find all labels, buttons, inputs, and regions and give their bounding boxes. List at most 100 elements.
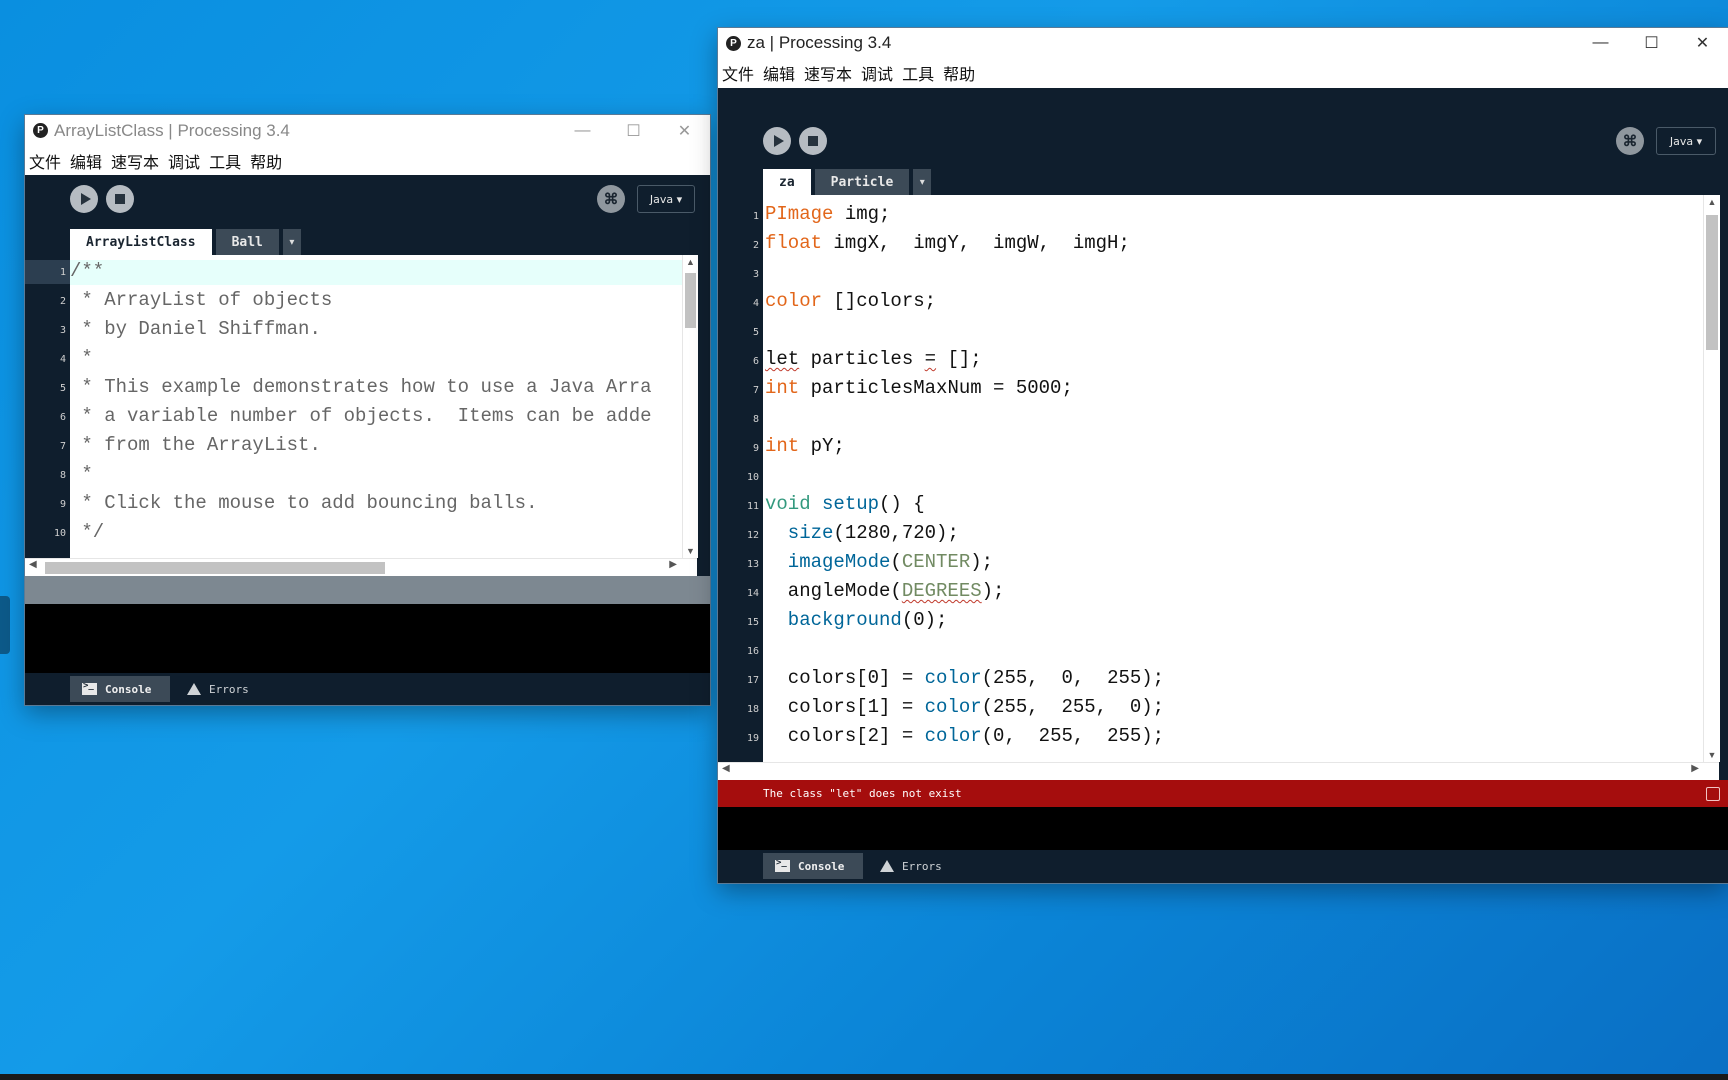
- tab-errors[interactable]: Errors: [868, 853, 964, 879]
- side-dock-handle[interactable]: [0, 596, 10, 654]
- code-line: colors[2] = color(0, 255, 255);: [765, 725, 1165, 747]
- tab-particle[interactable]: Particle: [814, 169, 910, 195]
- line-number: 1: [59, 267, 66, 278]
- line-number: 10: [746, 472, 759, 483]
- line-number: 7: [59, 441, 66, 452]
- stop-button[interactable]: [799, 127, 827, 155]
- console-footer: Console Errors: [718, 850, 1728, 883]
- code-line: float imgX, imgY, imgW, imgH;: [765, 232, 1130, 254]
- console-icon: [775, 858, 790, 872]
- stop-icon: [115, 194, 125, 204]
- code-line: int particlesMaxNum = 5000;: [765, 377, 1073, 399]
- run-button[interactable]: [763, 127, 791, 155]
- copy-error-icon[interactable]: [1706, 787, 1720, 801]
- scroll-left-arrow[interactable]: ◀: [722, 763, 730, 774]
- maximize-button[interactable]: ☐: [1626, 28, 1677, 58]
- tab-errors[interactable]: Errors: [175, 676, 271, 702]
- line-number: 13: [746, 559, 759, 570]
- code-line: PImage img;: [765, 203, 891, 225]
- scroll-up-arrow[interactable]: ▲: [683, 257, 698, 267]
- code-line: let particles = [];: [765, 348, 982, 370]
- scrollbar-thumb[interactable]: [45, 562, 385, 574]
- vertical-scrollbar[interactable]: ▲ ▼: [1703, 195, 1720, 762]
- line-number: 5: [59, 383, 66, 394]
- line-number: 2: [752, 240, 759, 251]
- code-line: colors[0] = color(255, 0, 255);: [765, 667, 1165, 689]
- console-area[interactable]: [25, 604, 710, 673]
- minimize-button[interactable]: —: [1575, 28, 1626, 58]
- line-number: 9: [59, 499, 66, 510]
- tab-console[interactable]: Console: [763, 853, 863, 879]
- window-arraylistclass: P ArrayListClass | Processing 3.4 — ☐ ✕ …: [25, 115, 710, 705]
- scroll-right-arrow[interactable]: ▶: [669, 559, 677, 570]
- play-icon: [773, 135, 784, 147]
- menu-file[interactable]: 文件: [25, 149, 66, 173]
- debug-button[interactable]: ⌘: [1616, 127, 1644, 155]
- line-number: 4: [59, 354, 66, 365]
- console-label: Console: [798, 859, 845, 873]
- line-number: 3: [752, 269, 759, 280]
- line-number-gutter: 1 2 3 4 5 6 7 8 9 10: [25, 255, 70, 558]
- menu-help[interactable]: 帮助: [246, 149, 287, 173]
- line-number: 19: [746, 733, 759, 744]
- code-line: */: [70, 521, 105, 543]
- horizontal-scrollbar[interactable]: ◀ ▶: [25, 558, 697, 577]
- title-bar[interactable]: P za | Processing 3.4 — ☐ ✕: [718, 28, 1728, 58]
- menu-sketch[interactable]: 速写本: [107, 149, 164, 173]
- menu-help[interactable]: 帮助: [939, 61, 980, 85]
- minimize-button[interactable]: —: [557, 115, 608, 146]
- menu-tools[interactable]: 工具: [205, 149, 246, 173]
- line-number-gutter: 1 2 3 4 5 6 7 8 9 10 11 12 13 14 15 16 1…: [718, 195, 763, 762]
- menu-edit[interactable]: 编辑: [759, 61, 800, 85]
- scroll-down-arrow[interactable]: ▼: [1704, 750, 1720, 760]
- line-number: 8: [59, 470, 66, 481]
- line-number: 11: [746, 501, 759, 512]
- mode-selector[interactable]: Java ▾: [637, 185, 695, 213]
- code-line: colors[1] = color(255, 255, 0);: [765, 696, 1165, 718]
- tab-menu-arrow[interactable]: ▾: [913, 169, 932, 195]
- menu-tools[interactable]: 工具: [898, 61, 939, 85]
- tab-arraylistclass[interactable]: ArrayListClass: [70, 229, 212, 255]
- close-button[interactable]: ✕: [1677, 28, 1728, 58]
- line-number: 2: [59, 296, 66, 307]
- title-bar[interactable]: P ArrayListClass | Processing 3.4 — ☐ ✕: [25, 115, 710, 146]
- menu-sketch[interactable]: 速写本: [800, 61, 857, 85]
- line-number: 5: [752, 327, 759, 338]
- scroll-left-arrow[interactable]: ◀: [29, 559, 37, 570]
- scrollbar-thumb[interactable]: [1706, 215, 1718, 350]
- code-editor[interactable]: /** * ArrayList of objects * by Daniel S…: [70, 255, 682, 558]
- window-title: za | Processing 3.4: [747, 33, 892, 52]
- close-button[interactable]: ✕: [659, 115, 710, 146]
- scroll-up-arrow[interactable]: ▲: [1704, 197, 1720, 207]
- line-number: 7: [752, 385, 759, 396]
- scroll-right-arrow[interactable]: ▶: [1691, 763, 1699, 774]
- line-number: 14: [746, 588, 759, 599]
- code-line: color []colors;: [765, 290, 937, 312]
- debug-button[interactable]: ⌘: [597, 185, 625, 213]
- tab-menu-arrow[interactable]: ▾: [282, 229, 301, 255]
- run-button[interactable]: [70, 185, 98, 213]
- vertical-scrollbar[interactable]: ▲ ▼: [682, 255, 698, 558]
- code-line: imageMode(CENTER);: [765, 551, 994, 573]
- scrollbar-thumb[interactable]: [685, 273, 696, 328]
- menu-debug[interactable]: 调试: [857, 61, 898, 85]
- stop-button[interactable]: [106, 185, 134, 213]
- tab-console[interactable]: Console: [70, 676, 170, 702]
- window-za: P za | Processing 3.4 — ☐ ✕ 文件 编辑 速写本 调试…: [718, 28, 1728, 883]
- current-line-highlight: [70, 260, 682, 285]
- stop-icon: [808, 136, 818, 146]
- tab-za[interactable]: za: [763, 169, 811, 195]
- mode-selector[interactable]: Java ▾: [1656, 127, 1716, 155]
- tab-ball[interactable]: Ball: [215, 229, 279, 255]
- maximize-button[interactable]: ☐: [608, 115, 659, 146]
- scroll-down-arrow[interactable]: ▼: [683, 546, 698, 556]
- menu-edit[interactable]: 编辑: [66, 149, 107, 173]
- menu-debug[interactable]: 调试: [164, 149, 205, 173]
- horizontal-scrollbar[interactable]: ◀ ▶: [718, 762, 1719, 781]
- line-number: 6: [752, 356, 759, 367]
- menu-file[interactable]: 文件: [718, 61, 759, 85]
- processing-logo-icon: P: [726, 35, 741, 51]
- code-editor[interactable]: PImage img; float imgX, imgY, imgW, imgH…: [763, 195, 1703, 762]
- code-line: background(0);: [765, 609, 948, 631]
- code-line: * a variable number of objects. Items ca…: [70, 405, 652, 427]
